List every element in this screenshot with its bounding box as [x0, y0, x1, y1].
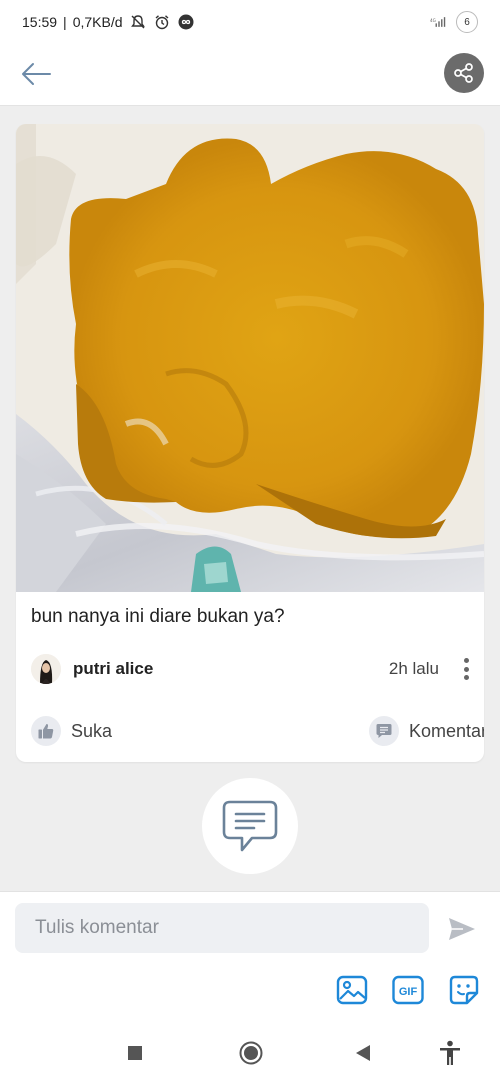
recents-button[interactable] [121, 1039, 149, 1067]
arrow-left-icon [22, 63, 51, 85]
system-nav-bar [0, 1023, 500, 1083]
gif-label: GIF [399, 986, 418, 998]
chat-bubble-icon [222, 800, 278, 852]
empty-comments-illustration [202, 778, 298, 874]
share-button[interactable] [444, 53, 484, 93]
share-icon [454, 63, 473, 83]
nav-back-button[interactable] [349, 1039, 377, 1067]
status-speed: 0,7KB/d [72, 14, 123, 30]
mute-icon [129, 13, 147, 31]
gif-button[interactable]: GIF [392, 974, 424, 1006]
post-card: bun nanya ini diare bukan ya? putri alic… [16, 124, 484, 762]
status-left: 15:59 | 0,7KB/d [22, 13, 195, 31]
recents-icon [128, 1046, 142, 1060]
back-button[interactable] [16, 56, 56, 92]
app-bar [0, 44, 500, 106]
status-divider: | [63, 14, 67, 30]
image-icon [336, 975, 368, 1005]
like-label: Suka [71, 720, 113, 741]
home-icon [239, 1041, 263, 1065]
accessibility-button[interactable] [436, 1039, 464, 1067]
sticker-icon [449, 975, 479, 1005]
more-icon-dot [463, 658, 469, 663]
accessibility-icon [440, 1040, 460, 1065]
like-button[interactable]: Suka [31, 716, 112, 746]
post-actions: Suka Komentar [31, 716, 484, 748]
svg-text:4G: 4G [430, 18, 436, 23]
gif-icon: GIF [392, 975, 424, 1005]
post-text: bun nanya ini diare bukan ya? [31, 606, 285, 627]
author-row: putri alice 2h lalu [31, 652, 471, 686]
comment-button[interactable]: Komentar [368, 716, 484, 746]
battery-icon: 6 [456, 11, 478, 33]
composer-tools: GIF [336, 974, 480, 1006]
comment-composer: GIF [0, 891, 500, 1023]
more-options-button[interactable] [461, 656, 471, 682]
like-icon-circle [31, 716, 61, 746]
comment-input[interactable] [15, 903, 429, 953]
send-button[interactable] [446, 914, 478, 944]
status-time: 15:59 [22, 14, 58, 30]
infinity-icon [177, 13, 195, 31]
avatar[interactable] [31, 654, 61, 684]
more-icon-dot [463, 675, 469, 680]
back-icon [356, 1045, 370, 1061]
send-icon [449, 918, 475, 940]
post-image[interactable] [16, 124, 484, 592]
status-right: 4G 6 [430, 11, 478, 33]
author-name[interactable]: putri alice [73, 659, 153, 679]
sticker-button[interactable] [448, 974, 480, 1006]
comment-label: Komentar [408, 720, 484, 741]
thumbs-up-icon [38, 724, 54, 739]
image-button[interactable] [336, 974, 368, 1006]
status-bar: 15:59 | 0,7KB/d 4G 6 [0, 0, 500, 44]
more-icon-dot [463, 666, 469, 672]
signal-icon: 4G [430, 13, 448, 31]
comment-icon-circle [368, 716, 399, 746]
alarm-icon [153, 13, 171, 31]
post-time: 2h lalu [388, 659, 439, 678]
home-button[interactable] [237, 1039, 265, 1067]
comment-icon [376, 724, 392, 738]
